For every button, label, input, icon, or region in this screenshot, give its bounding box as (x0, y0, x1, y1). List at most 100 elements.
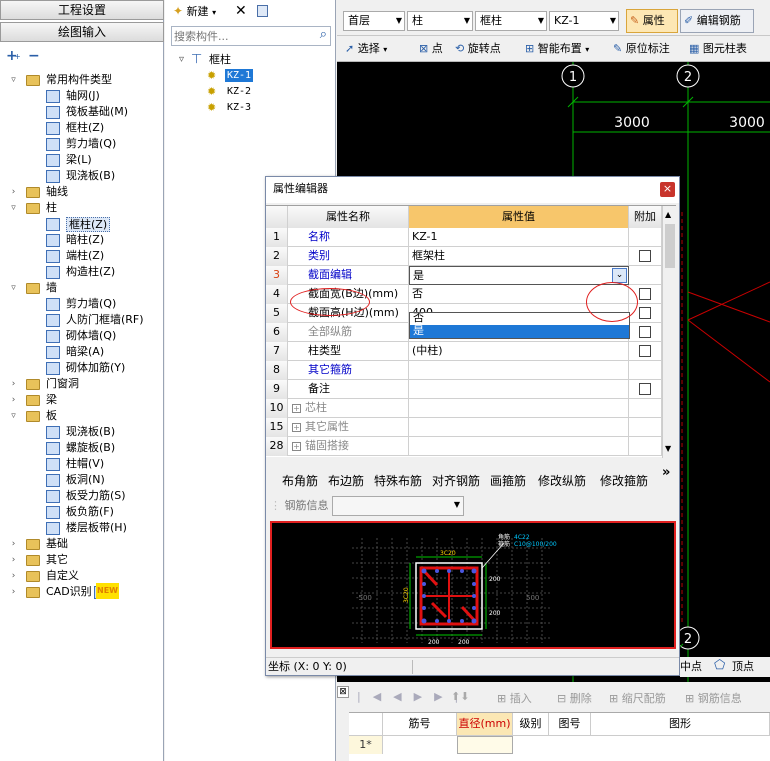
properties-button[interactable]: ✎ 属性 (626, 9, 678, 33)
property-value-cell[interactable] (409, 399, 629, 418)
smart-layout-tool[interactable]: ⊞ 智能布置 ▾ (525, 39, 589, 59)
tree-folder[interactable]: › CAD识别 NEW (0, 583, 164, 600)
tree-folder[interactable]: ▿ 墙 (0, 280, 164, 296)
collapse-toggle-icon[interactable]: ▿ (177, 55, 186, 65)
property-row[interactable]: 9 备注 (266, 380, 662, 399)
property-row[interactable]: 15 + 其它属性 (266, 418, 662, 437)
scroll-down-icon[interactable]: ▼ (665, 444, 671, 453)
rotate-point-tool[interactable]: ⟲ 旋转点 (455, 39, 501, 59)
expand-plus-icon[interactable]: + (292, 403, 301, 413)
more-tools-button[interactable]: » (662, 465, 670, 480)
scroll-thumb[interactable] (665, 224, 675, 268)
tree-item[interactable]: 现浇板(B) (0, 424, 164, 440)
point-tool[interactable]: ⊠ 点 (419, 39, 443, 59)
diameter-cell-input[interactable] (457, 736, 513, 754)
search-input[interactable] (174, 28, 309, 44)
tree-folder[interactable]: ▿ 柱 (0, 200, 164, 216)
tree-item[interactable]: 板受力筋(S) (0, 488, 164, 504)
midpoint-snap[interactable]: 中点 (680, 659, 702, 675)
extra-checkbox[interactable] (639, 345, 651, 357)
tree-folder[interactable]: ▿ 常用构件类型 (0, 72, 164, 88)
tree-folder[interactable]: › 基础 (0, 536, 164, 552)
property-value-cell[interactable]: 框架柱 (409, 247, 629, 266)
tree-item[interactable]: 筏板基础(M) (0, 104, 164, 120)
table-column-header[interactable]: 图号 (549, 713, 591, 735)
dropdown-button-icon[interactable]: ⌄ (612, 268, 627, 283)
extra-checkbox[interactable] (639, 307, 651, 319)
expand-toggle-icon[interactable]: › (9, 588, 18, 597)
scroll-up-icon[interactable]: ▲ (665, 210, 671, 219)
collapse-toggle-icon[interactable]: ▿ (9, 76, 18, 85)
tree-item[interactable]: 框柱(Z) (0, 216, 164, 232)
property-row[interactable]: 10 + 芯柱 (266, 399, 662, 418)
table-column-header[interactable]: 直径(mm) (457, 713, 513, 735)
type-select[interactable]: 框柱 ▼ (475, 11, 547, 31)
expand-toggle-icon[interactable]: › (9, 380, 18, 389)
tree-item[interactable]: 砌体加筋(Y) (0, 360, 164, 376)
select-tool[interactable]: ➚ 选择 ▾ (345, 39, 387, 59)
table-column-header[interactable]: 图形 (591, 713, 770, 735)
tree-folder[interactable]: › 自定义 (0, 568, 164, 584)
expand-plus-icon[interactable]: + (292, 422, 301, 432)
tree-folder[interactable]: › 梁 (0, 392, 164, 408)
close-icon[interactable]: × (660, 182, 675, 197)
tree-item[interactable]: 剪力墙(Q) (0, 136, 164, 152)
in-situ-label-tool[interactable]: ✎ 原位标注 (613, 39, 670, 59)
tree-item[interactable]: 端柱(Z) (0, 248, 164, 264)
tree-item[interactable]: 螺旋板(B) (0, 440, 164, 456)
property-row[interactable]: 7 柱类型 (中柱) (266, 342, 662, 361)
collapse-toggle-icon[interactable]: ▿ (9, 412, 18, 421)
property-value-cell[interactable]: KZ-1 (409, 228, 629, 247)
search-icon[interactable]: ⌕ (320, 27, 327, 42)
tree-item[interactable]: 板负筋(F) (0, 504, 164, 520)
rebar-info-button[interactable]: ⊞ 钢筋信息 (685, 690, 742, 706)
table-column-header[interactable]: 级别 (513, 713, 549, 735)
extra-checkbox[interactable] (639, 288, 651, 300)
tree-item[interactable]: 暗梁(A) (0, 344, 164, 360)
extra-checkbox[interactable] (639, 250, 651, 262)
property-value-cell[interactable]: 是 ⌄ (409, 266, 629, 285)
rebar-tool-button[interactable]: 对齐钢筋 (432, 472, 480, 489)
drawing-input-button[interactable]: 绘图输入 (0, 22, 164, 42)
component-select[interactable]: KZ-1 ▼ (549, 11, 619, 31)
rebar-info-select[interactable]: ▼ (332, 496, 464, 516)
expand-plus-icon[interactable]: + (292, 441, 301, 451)
tree-item[interactable]: 轴网(J) (0, 88, 164, 104)
floor-select[interactable]: 首层 ▼ (343, 11, 405, 31)
delete-icon[interactable]: ✕ (235, 0, 247, 22)
edit-rebar-button[interactable]: ✐ 编辑钢筋 (680, 9, 754, 33)
tree-item[interactable]: 梁(L) (0, 152, 164, 168)
rebar-tool-button[interactable]: 布角筋 (282, 472, 318, 489)
panel-toggle-icon[interactable]: ⊠ (337, 686, 349, 698)
dropdown-option-yes[interactable]: 是 (410, 325, 629, 338)
table-row[interactable]: 1* (349, 735, 770, 754)
move-up-down-icon[interactable]: ⬆⬇ (451, 690, 469, 703)
tree-item[interactable]: 砌体墙(Q) (0, 328, 164, 344)
property-value-cell[interactable] (409, 437, 629, 456)
expand-toggle-icon[interactable]: › (9, 188, 18, 197)
column-table-tool[interactable]: ▦ 图元柱表 (689, 39, 747, 59)
insert-button[interactable]: ⊞ 插入 (497, 690, 532, 706)
delete-button[interactable]: ⊟ 删除 (557, 690, 592, 706)
rebar-tool-button[interactable]: 修改纵筋 (538, 472, 586, 489)
project-settings-button[interactable]: 工程设置 (0, 0, 164, 20)
tree-folder[interactable]: ▿ 板 (0, 408, 164, 424)
property-row[interactable]: 1 名称 KZ-1 (266, 228, 662, 247)
scale-rebar-button[interactable]: ⊞ 缩尺配筋 (609, 690, 666, 706)
tree-item[interactable]: 楼层板带(H) (0, 520, 164, 536)
property-value-cell[interactable] (409, 380, 629, 399)
expand-toggle-icon[interactable]: › (9, 540, 18, 549)
rebar-tool-button[interactable]: 画箍筋 (490, 472, 526, 489)
property-row[interactable]: 8 其它箍筋 (266, 361, 662, 380)
copy-icon[interactable] (257, 0, 268, 22)
grid-scrollbar[interactable]: ▲ ▼ (662, 206, 676, 458)
tree-item[interactable]: 板洞(N) (0, 472, 164, 488)
tree-item[interactable]: 构造柱(Z) (0, 264, 164, 280)
tree-item[interactable]: 现浇板(B) (0, 168, 164, 184)
expand-toggle-icon[interactable]: › (9, 572, 18, 581)
extra-checkbox[interactable] (639, 383, 651, 395)
property-value-cell[interactable] (409, 361, 629, 380)
tree-item[interactable]: 暗柱(Z) (0, 232, 164, 248)
vertex-snap[interactable]: 顶点 (732, 659, 754, 675)
tree-folder[interactable]: › 门窗洞 (0, 376, 164, 392)
